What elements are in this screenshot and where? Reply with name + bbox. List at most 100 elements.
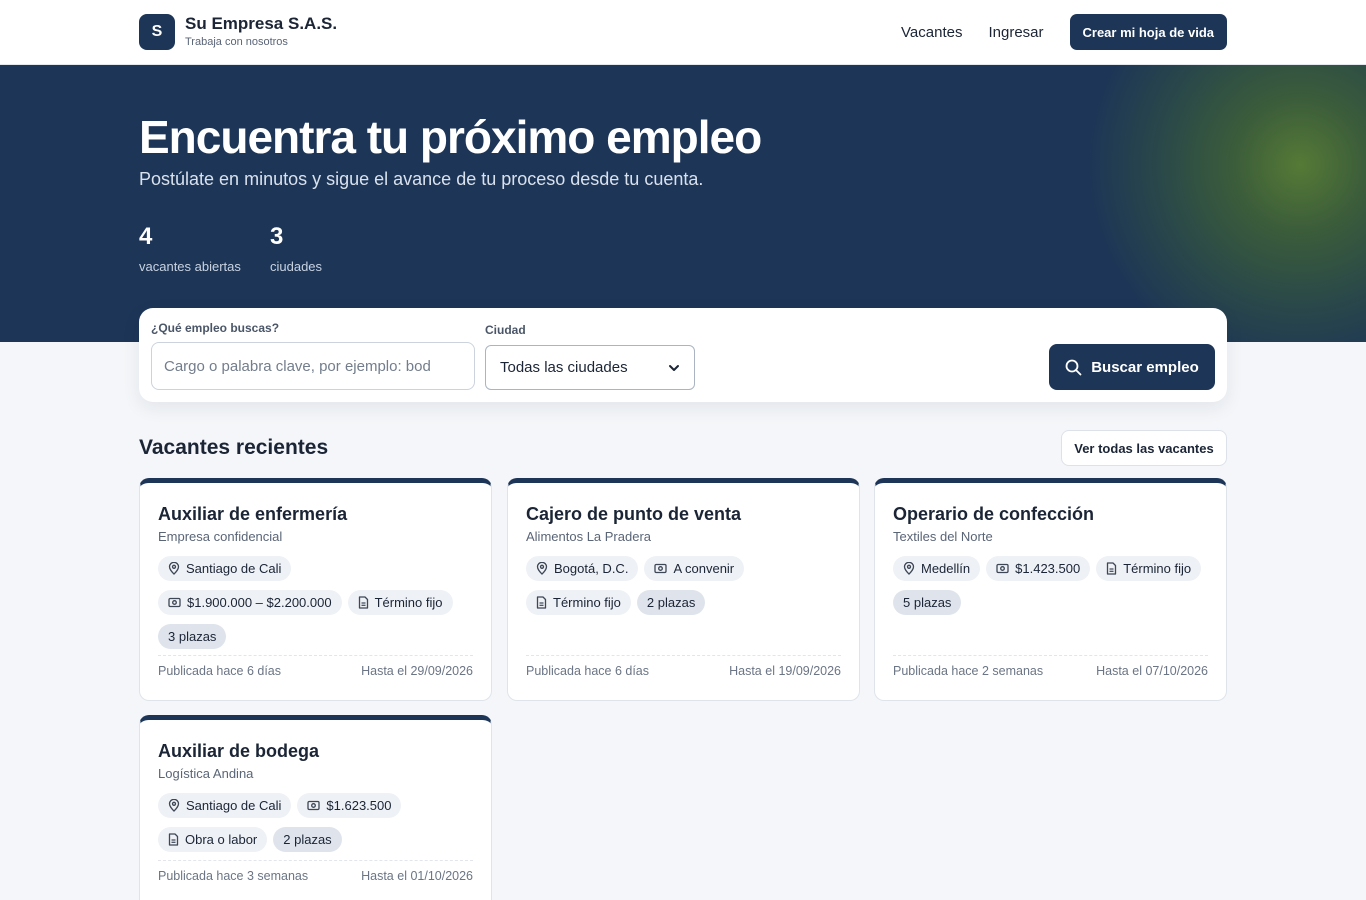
nav-link-vacantes[interactable]: Vacantes (901, 24, 962, 41)
money-icon (307, 800, 321, 811)
salary-chip: $1.623.500 (297, 793, 402, 818)
chevron-down-icon (669, 364, 679, 371)
nav-link-ingresar[interactable]: Ingresar (988, 24, 1043, 41)
job-title: Cajero de punto de venta (526, 504, 742, 524)
salary-chip: A convenir (644, 556, 745, 581)
contract-chip: Término fijo (1096, 556, 1202, 581)
job-card[interactable]: Cajero de punto de venta Alimentos La Pr… (507, 478, 860, 701)
deadline-date: Hasta el 07/10/2026 (1096, 664, 1208, 678)
search-panel: ¿Qué empleo buscas? Ciudad Todas las ciu… (139, 308, 1227, 402)
stat-open-vacancies: 4 vacantes abiertas (139, 223, 241, 274)
salary-text: $1.623.500 (326, 798, 392, 813)
search-icon (1065, 359, 1082, 375)
document-icon (536, 596, 547, 609)
top-navbar: S Su Empresa S.A.S. Trabaja con nosotros… (0, 0, 1366, 65)
stat-label: ciudades (270, 259, 323, 274)
stat-label: vacantes abiertas (139, 259, 241, 274)
stat-cities: 3 ciudades (270, 223, 322, 274)
posted-date: Publicada hace 2 semanas (893, 664, 1044, 678)
job-card-footer: Publicada hace 6 días Hasta el 29/09/202… (158, 655, 473, 678)
salary-text: A convenir (673, 561, 735, 576)
location-pin-icon (903, 562, 915, 575)
money-icon (996, 563, 1009, 574)
posted-date: Publicada hace 6 días (526, 664, 650, 678)
brand-tagline: Trabaja con nosotros (185, 36, 288, 48)
contract-text: Término fijo (374, 595, 443, 610)
contract-text: Término fijo (1123, 561, 1192, 576)
location-text: Medellín (921, 561, 971, 576)
job-company: Alimentos La Pradera (526, 529, 652, 544)
stat-value: 3 (270, 223, 284, 250)
salary-text: $1.423.500 (1015, 561, 1081, 576)
job-company: Empresa confidencial (158, 529, 283, 544)
brand[interactable]: S Su Empresa S.A.S. Trabaja con nosotros (139, 14, 337, 50)
job-tags: Santiago de Cali $1.623.500 Obra o labor… (158, 793, 478, 852)
job-card[interactable]: Operario de confección Textiles del Nort… (874, 478, 1227, 701)
job-card[interactable]: Auxiliar de bodega Logística Andina Sant… (139, 715, 492, 900)
keyword-label: ¿Qué empleo buscas? (151, 321, 280, 335)
brand-name: Su Empresa S.A.S. (185, 14, 338, 33)
location-chip: Medellín (893, 556, 981, 581)
stat-value: 4 (139, 223, 153, 250)
document-icon (168, 833, 179, 846)
location-text: Santiago de Cali (186, 798, 282, 813)
contract-chip: Obra o labor (158, 827, 268, 852)
money-icon (168, 597, 181, 608)
openings-chip: 3 plazas (158, 624, 227, 649)
search-button[interactable]: Buscar empleo (1049, 344, 1215, 390)
hero-title: Encuentra tu próximo empleo (139, 111, 762, 163)
city-select[interactable]: Todas las ciudades (485, 345, 695, 390)
deadline-date: Hasta el 19/09/2026 (729, 664, 841, 678)
document-icon (358, 596, 368, 609)
location-text: Bogotá, D.C. (554, 561, 629, 576)
see-all-vacancies-button[interactable]: Ver todas las vacantes (1061, 430, 1227, 466)
create-cv-button[interactable]: Crear mi hoja de vida (1069, 14, 1227, 50)
contract-chip: Término fijo (347, 590, 453, 615)
location-chip: Santiago de Cali (158, 556, 292, 581)
location-pin-icon (168, 799, 180, 812)
job-company: Logística Andina (158, 766, 254, 781)
posted-date: Publicada hace 3 semanas (158, 869, 309, 883)
hero-glow-decoration (1090, 65, 1366, 342)
main-nav: Vacantes Ingresar Crear mi hoja de vida (901, 14, 1227, 50)
keyword-search-input[interactable] (151, 342, 475, 390)
job-card-footer: Publicada hace 3 semanas Hasta el 01/10/… (158, 860, 473, 883)
job-title: Auxiliar de bodega (158, 741, 320, 761)
contract-text: Obra o labor (185, 832, 258, 847)
location-chip: Santiago de Cali (158, 793, 292, 818)
city-select-value: Todas las ciudades (500, 359, 628, 376)
location-text: Santiago de Cali (186, 561, 282, 576)
deadline-date: Hasta el 29/09/2026 (361, 664, 473, 678)
location-pin-icon (168, 562, 180, 575)
openings-chip: 5 plazas (893, 590, 962, 615)
job-card-footer: Publicada hace 6 días Hasta el 19/09/202… (526, 655, 841, 678)
deadline-date: Hasta el 01/10/2026 (361, 869, 473, 883)
job-tags: Medellín $1.423.500 Término fijo 5 plaza… (893, 556, 1213, 615)
job-card-footer: Publicada hace 2 semanas Hasta el 07/10/… (893, 655, 1208, 678)
contract-chip: Término fijo (526, 590, 631, 615)
money-icon (654, 563, 668, 574)
hero-banner: Encuentra tu próximo empleo Postúlate en… (0, 65, 1366, 342)
salary-chip: $1.423.500 (986, 556, 1091, 581)
hero-subtitle: Postúlate en minutos y sigue el avance d… (139, 169, 704, 189)
salary-chip: $1.900.000 – $2.200.000 (158, 590, 342, 615)
job-tags: Santiago de Cali $1.900.000 – $2.200.000… (158, 556, 478, 649)
job-card[interactable]: Auxiliar de enfermería Empresa confidenc… (139, 478, 492, 701)
contract-text: Término fijo (553, 595, 621, 610)
search-button-label: Buscar empleo (1091, 358, 1199, 376)
salary-text: $1.900.000 – $2.200.000 (187, 595, 332, 610)
brand-text: Su Empresa S.A.S. Trabaja con nosotros (185, 14, 337, 50)
job-title: Auxiliar de enfermería (158, 504, 348, 524)
brand-logo: S (139, 14, 175, 50)
city-label: Ciudad (485, 323, 526, 337)
posted-date: Publicada hace 6 días (158, 664, 282, 678)
openings-chip: 2 plazas (636, 590, 706, 615)
job-tags: Bogotá, D.C. A convenir Término fijo 2 p… (526, 556, 846, 615)
section-title: Vacantes recientes (139, 436, 329, 459)
document-icon (1107, 562, 1117, 575)
location-chip: Bogotá, D.C. (526, 556, 639, 581)
location-pin-icon (536, 562, 548, 575)
job-company: Textiles del Norte (893, 529, 993, 544)
openings-chip: 2 plazas (273, 827, 342, 852)
job-title: Operario de confección (893, 504, 1095, 524)
